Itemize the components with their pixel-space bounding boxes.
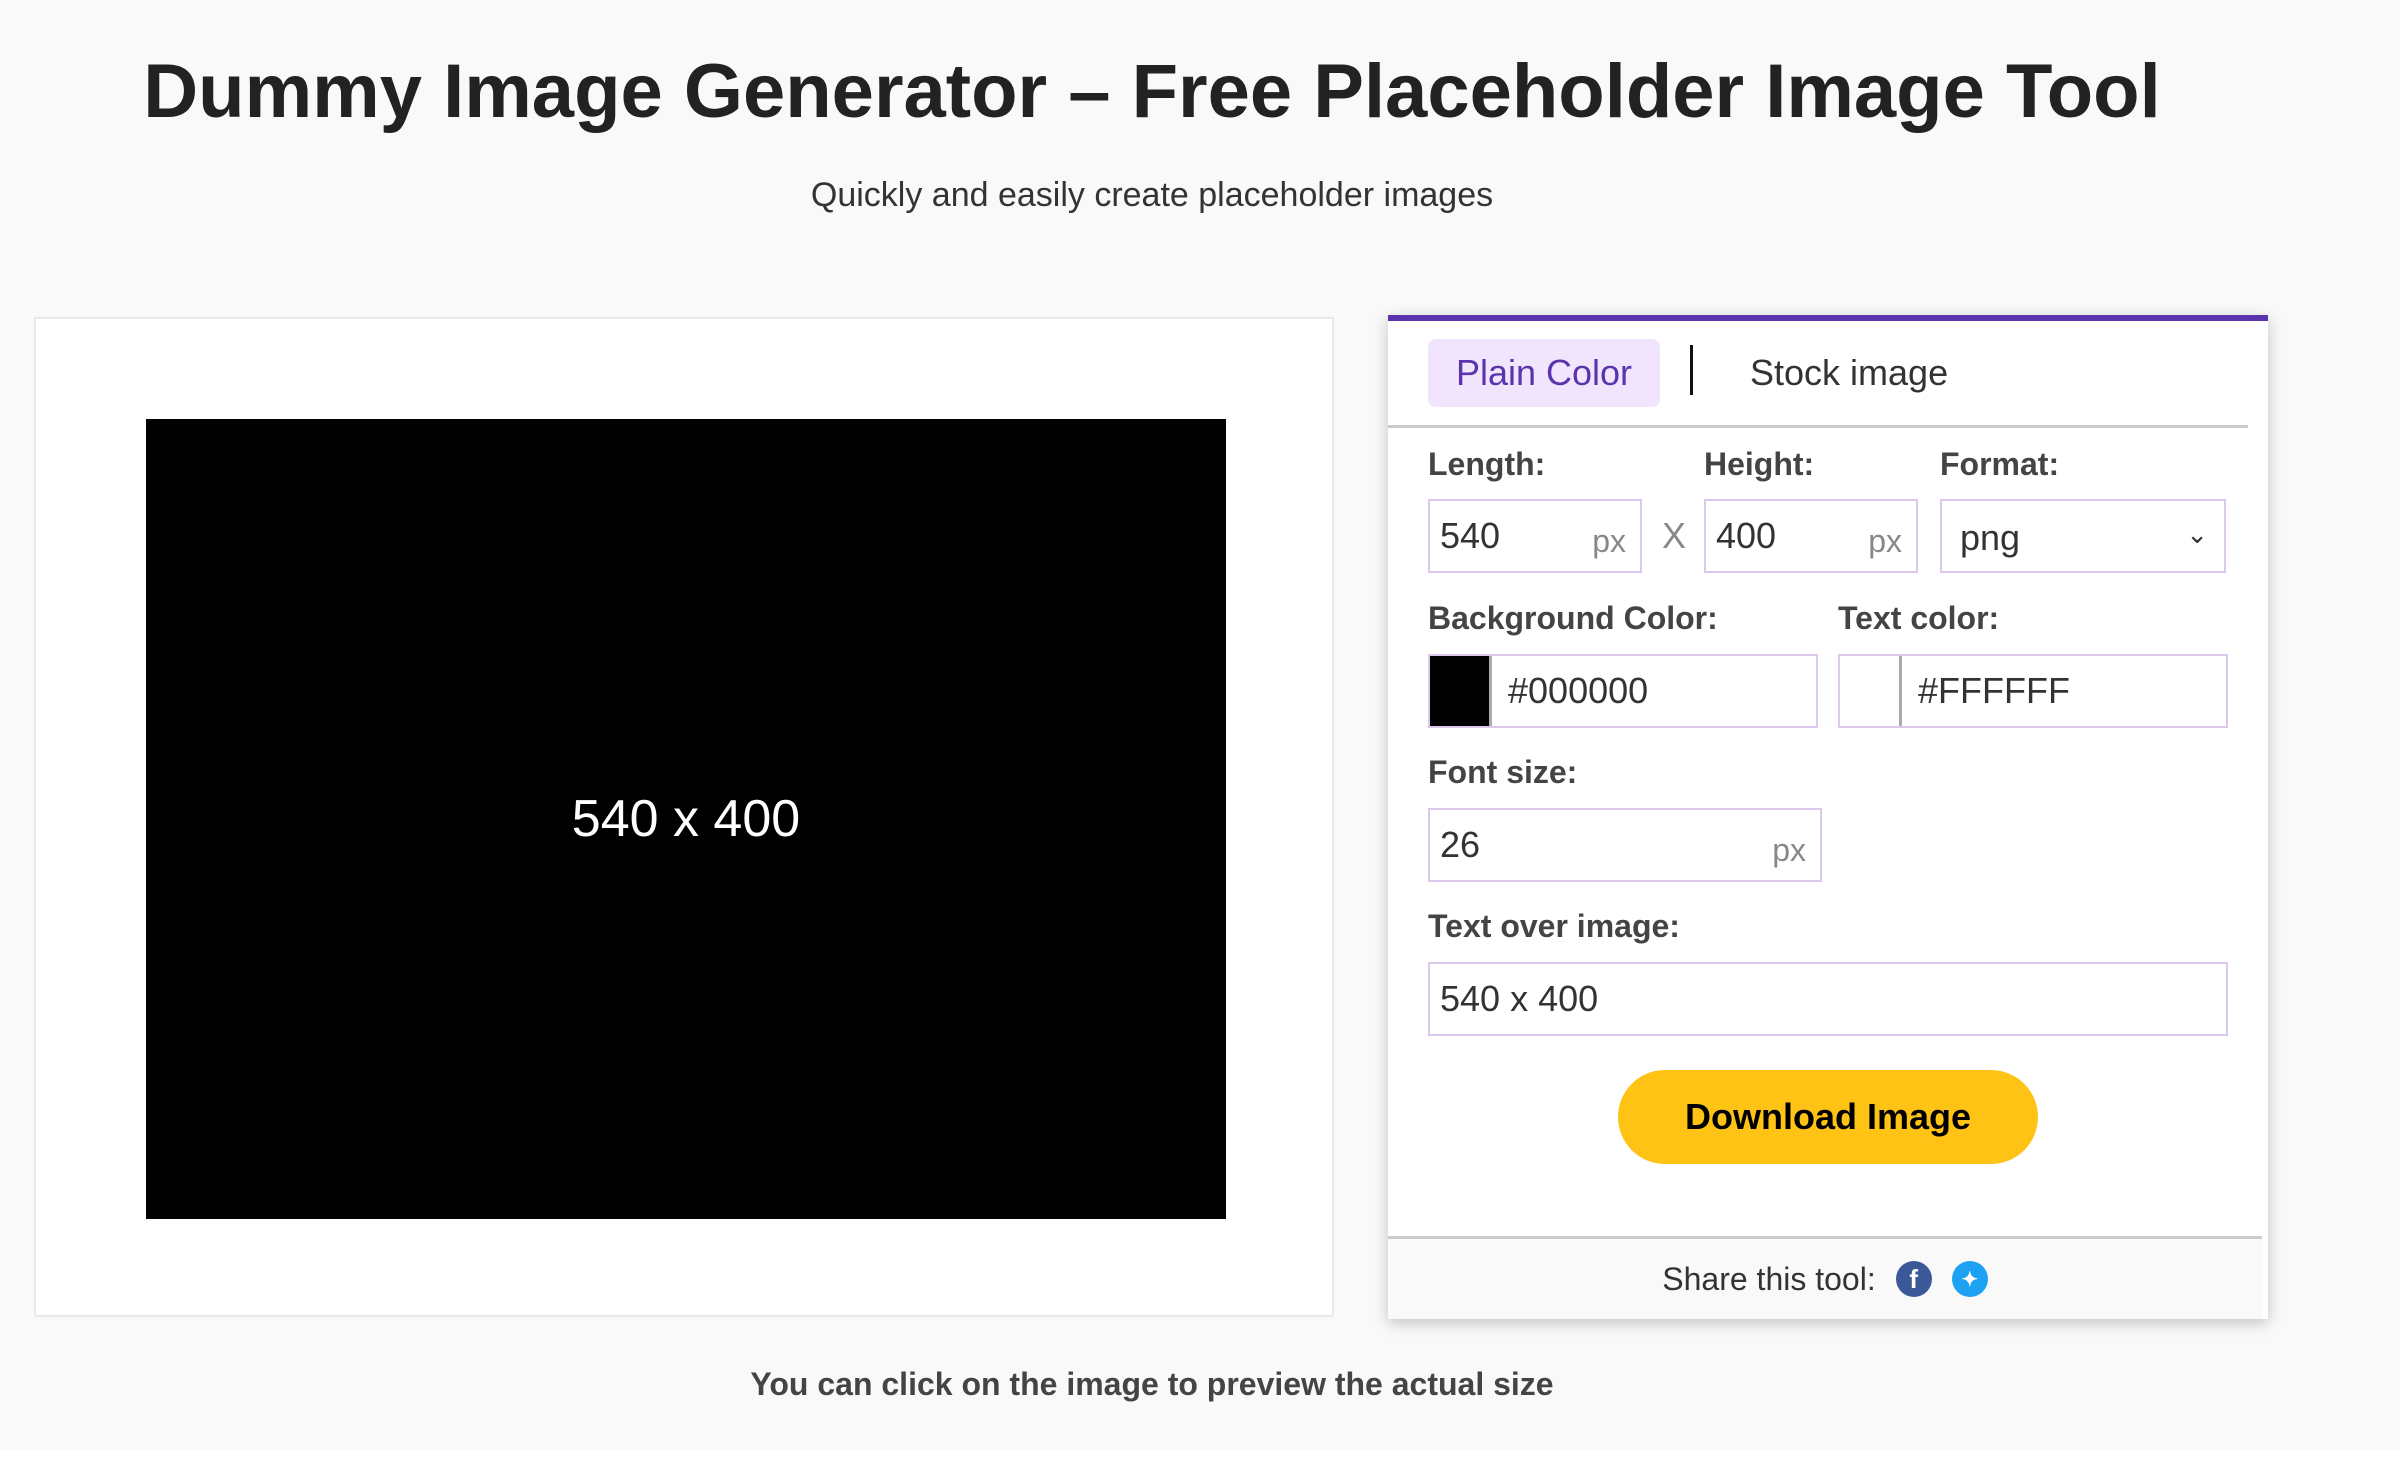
page-background: Dummy Image Generator – Free Placeholder… xyxy=(0,0,2400,1450)
height-label: Height: xyxy=(1704,446,1815,482)
background-color-swatch[interactable] xyxy=(1430,656,1492,726)
font-size-label: Font size: xyxy=(1428,754,1578,790)
background-color-label: Background Color: xyxy=(1428,600,1718,636)
preview-image-text: 540 x 400 xyxy=(571,790,801,848)
preview-image[interactable]: 540 x 400 xyxy=(146,419,1226,1219)
preview-container: 540 x 400 xyxy=(34,317,1334,1317)
preview-note: You can click on the image to preview th… xyxy=(750,1366,1554,1402)
font-size-input[interactable] xyxy=(1440,810,1713,880)
background-color-field[interactable] xyxy=(1428,654,1818,728)
height-unit: px xyxy=(1868,523,1902,559)
settings-panel: Plain Color Stock image Length: px X Hei… xyxy=(1388,315,2268,1319)
text-color-label: Text color: xyxy=(1838,600,2000,636)
font-size-unit: px xyxy=(1772,832,1806,868)
share-label: Share this tool: xyxy=(1662,1260,1876,1297)
text-color-field[interactable] xyxy=(1838,654,2228,728)
text-over-image-input[interactable] xyxy=(1440,964,1998,1034)
format-label: Format: xyxy=(1940,446,2060,482)
length-unit: px xyxy=(1592,523,1626,559)
times-sign: X xyxy=(1662,515,1687,556)
background-color-input[interactable] xyxy=(1508,656,1779,726)
text-over-image-field[interactable] xyxy=(1428,962,2228,1036)
share-bar: Share this tool: f ✦ xyxy=(1388,1236,2262,1319)
format-value: png xyxy=(1960,517,2021,558)
length-field[interactable]: px xyxy=(1428,499,1642,573)
tab-bar: Plain Color Stock image xyxy=(1388,321,2248,428)
font-size-field[interactable]: px xyxy=(1428,808,1822,882)
chevron-down-icon: ⌄ xyxy=(2186,519,2208,549)
length-label: Length: xyxy=(1428,446,1546,482)
text-color-swatch[interactable] xyxy=(1840,656,1902,726)
text-over-image-label: Text over image: xyxy=(1428,908,1680,944)
length-input[interactable] xyxy=(1440,501,1587,571)
download-image-button[interactable]: Download Image xyxy=(1618,1070,2038,1164)
page-subtitle: Quickly and easily create placeholder im… xyxy=(810,176,1494,214)
height-input[interactable] xyxy=(1716,501,1863,571)
tab-plain-color[interactable]: Plain Color xyxy=(1428,339,1660,407)
facebook-icon[interactable]: f xyxy=(1895,1261,1932,1297)
text-color-input[interactable] xyxy=(1918,656,2189,726)
twitter-icon[interactable]: ✦ xyxy=(1951,1261,1988,1297)
tab-divider xyxy=(1690,345,1693,395)
format-select[interactable]: png ⌄ xyxy=(1940,499,2226,573)
height-field[interactable]: px xyxy=(1704,499,1918,573)
page-title: Dummy Image Generator – Free Placeholder… xyxy=(143,49,2161,134)
tab-stock-image[interactable]: Stock image xyxy=(1750,339,1948,407)
